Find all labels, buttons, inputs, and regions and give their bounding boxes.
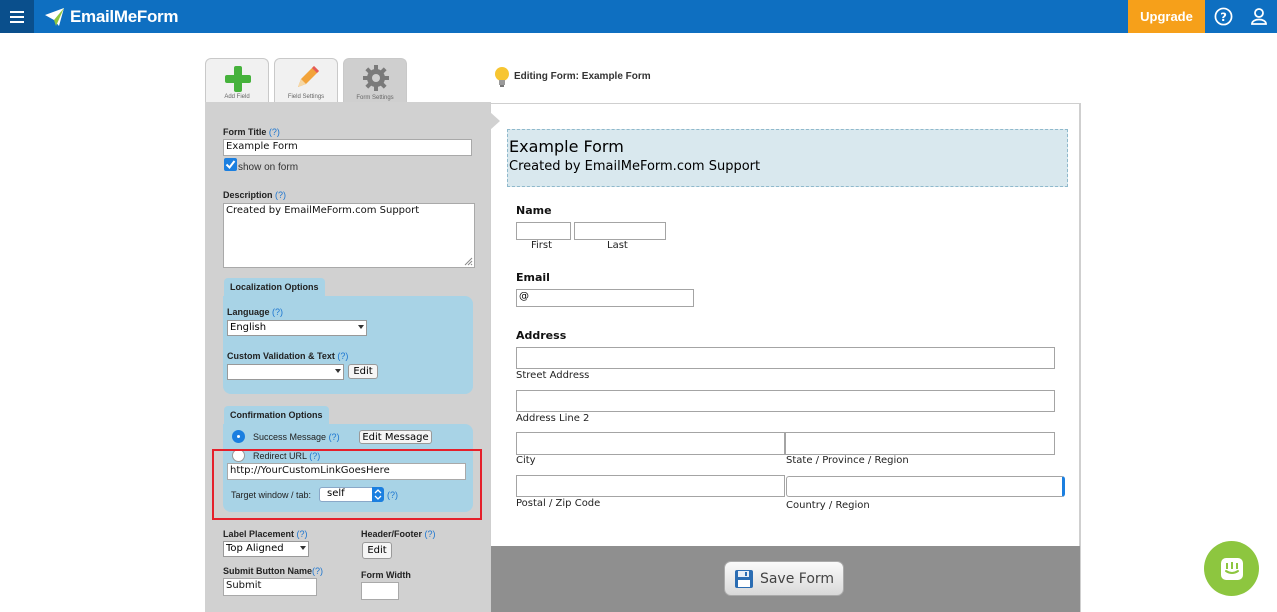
description-help-link[interactable]: (?) — [275, 190, 286, 200]
form-width-label: Form Width — [361, 570, 411, 580]
chat-widget-button[interactable] — [1204, 541, 1259, 596]
label-placement-label: Label Placement (?) — [223, 529, 308, 539]
upgrade-button[interactable]: Upgrade — [1128, 0, 1205, 33]
pencil-icon — [298, 66, 319, 87]
email-field-label: Email — [516, 271, 550, 284]
tab-add-field[interactable]: Add Field — [205, 58, 269, 102]
street-address-sublabel: Street Address — [516, 370, 590, 381]
svg-text:?: ? — [1220, 9, 1227, 23]
highlight-box — [212, 449, 482, 520]
show-on-form-label: show on form — [238, 162, 299, 173]
form-header[interactable]: Example Form Created by EmailMeForm.com … — [507, 129, 1068, 187]
tab-form-settings[interactable]: Form Settings — [343, 58, 407, 103]
lightbulb-icon — [495, 67, 509, 87]
form-title-input[interactable]: Example Form — [223, 139, 472, 156]
country-sublabel: Country / Region — [786, 500, 870, 511]
form-title-label: Form Title (?) — [223, 127, 280, 137]
save-form-button[interactable]: Save Form — [724, 561, 844, 596]
menu-icon — [10, 10, 24, 13]
address-line2-input[interactable] — [516, 390, 1055, 412]
header-footer-label: Header/Footer (?) — [361, 529, 436, 539]
label-placement-help-link[interactable]: (?) — [297, 529, 308, 539]
postal-code-sublabel: Postal / Zip Code — [516, 498, 601, 509]
envelope-logo-icon — [45, 7, 64, 26]
postal-code-input[interactable] — [516, 475, 785, 497]
language-select[interactable]: English — [227, 320, 367, 336]
city-sublabel: City — [516, 455, 536, 466]
submit-button-help-link[interactable]: (?) — [312, 566, 323, 576]
first-name-input[interactable] — [516, 222, 571, 240]
custom-validation-select[interactable] — [227, 364, 344, 380]
form-title: Example Form — [509, 137, 624, 156]
country-select[interactable] — [786, 476, 1065, 497]
custom-validation-help-link[interactable]: (?) — [337, 351, 348, 361]
name-field-label: Name — [516, 204, 552, 217]
address-field-label: Address — [516, 329, 567, 342]
editing-form-title: Editing Form: Example Form — [514, 71, 651, 82]
user-icon[interactable] — [1249, 6, 1269, 26]
address-line2-sublabel: Address Line 2 — [516, 413, 590, 424]
form-description: Created by EmailMeForm.com Support — [509, 159, 761, 174]
header-footer-help-link[interactable]: (?) — [425, 529, 436, 539]
label-placement-select[interactable]: Top Aligned — [223, 541, 309, 557]
chat-icon — [1220, 557, 1243, 580]
description-label: Description (?) — [223, 190, 287, 200]
localization-heading: Localization Options — [224, 278, 325, 296]
state-input[interactable] — [785, 432, 1055, 455]
chevron-down-icon — [335, 369, 341, 373]
street-address-input[interactable] — [516, 347, 1055, 369]
resize-handle-icon[interactable] — [463, 256, 473, 266]
success-message-label: Success Message (?) — [253, 432, 340, 442]
submit-button-name-label: Submit Button Name(?) — [223, 566, 323, 576]
success-message-radio[interactable] — [232, 430, 245, 443]
show-on-form-checkbox[interactable] — [224, 158, 237, 171]
logo-text: EmailMeForm — [70, 6, 179, 26]
tab-field-settings[interactable]: Field Settings — [274, 58, 338, 102]
top-bar: EmailMeForm Upgrade ? — [0, 0, 1277, 33]
floppy-disk-icon — [734, 569, 753, 588]
chevron-down-icon — [358, 325, 364, 329]
chevron-down-icon — [300, 546, 306, 550]
first-name-sublabel: First — [531, 240, 553, 251]
language-help-link[interactable]: (?) — [272, 307, 283, 317]
confirmation-heading: Confirmation Options — [224, 406, 329, 424]
logo[interactable]: EmailMeForm — [44, 3, 178, 30]
form-width-input[interactable] — [361, 582, 399, 600]
description-textarea[interactable]: Created by EmailMeForm.com Support — [223, 203, 475, 268]
custom-validation-label: Custom Validation & Text (?) — [227, 351, 349, 361]
plus-icon — [225, 66, 251, 92]
submit-button-name-input[interactable]: Submit — [223, 578, 317, 596]
edit-message-button[interactable]: Edit Message — [359, 430, 432, 444]
email-input[interactable]: @ — [516, 289, 694, 307]
success-message-help-link[interactable]: (?) — [329, 432, 340, 442]
help-circle-icon[interactable]: ? — [1213, 6, 1233, 26]
panel-pointer — [490, 112, 500, 130]
last-name-sublabel: Last — [607, 240, 628, 251]
state-sublabel: State / Province / Region — [786, 455, 909, 466]
custom-validation-edit-button[interactable]: Edit — [348, 364, 378, 379]
check-icon — [225, 160, 236, 170]
language-label: Language (?) — [227, 307, 284, 317]
header-footer-edit-button[interactable]: Edit — [362, 542, 392, 559]
form-title-help-link[interactable]: (?) — [269, 127, 280, 137]
city-input[interactable] — [516, 432, 785, 455]
last-name-input[interactable] — [574, 222, 666, 240]
gear-icon — [363, 65, 389, 91]
hamburger-menu-button[interactable] — [0, 0, 34, 33]
